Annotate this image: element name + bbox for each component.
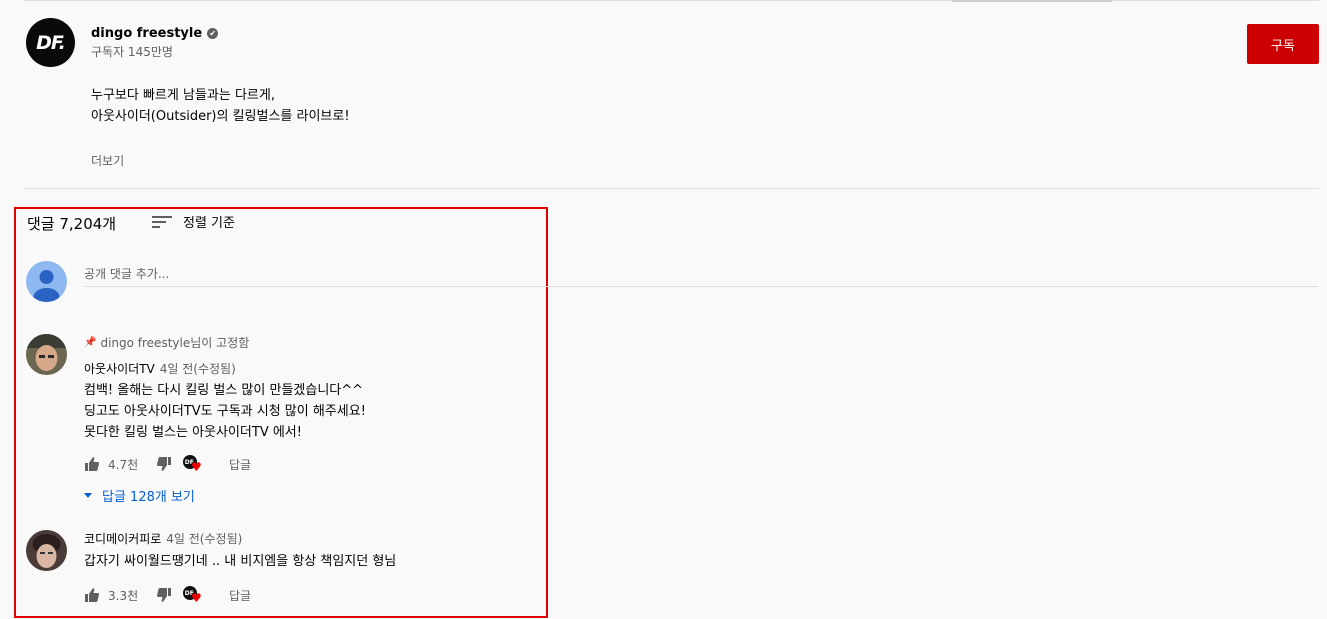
reply-button[interactable]: 답글: [229, 587, 251, 604]
comment-author[interactable]: 아웃사이더TV: [84, 360, 155, 377]
view-replies-button[interactable]: 답글 128개 보기: [84, 486, 195, 505]
thumbs-down-icon: [157, 588, 171, 602]
reply-button[interactable]: 답글: [229, 456, 251, 473]
scroll-indicator: [952, 0, 1112, 2]
comment-avatar[interactable]: [26, 334, 67, 375]
user-silhouette-icon: [33, 270, 60, 302]
pinned-label: 📌 dingo freestyle님이 고정함: [84, 334, 249, 351]
comment-header: 코디메이커피로 4일 전(수정됨): [84, 530, 242, 547]
channel-name-row: dingo freestyle ✔: [91, 26, 219, 41]
creator-heart-badge: DF. ♥: [183, 586, 203, 604]
add-comment-input[interactable]: [84, 262, 1318, 287]
top-divider: [24, 0, 1319, 1]
channel-logo-text: DF.: [36, 31, 66, 54]
like-button[interactable]: [84, 456, 100, 472]
comment-time[interactable]: 4일 전(수정됨): [160, 360, 236, 377]
comment-avatar[interactable]: [26, 530, 67, 571]
like-count: 3.3천: [108, 588, 139, 603]
like-count: 4.7천: [108, 457, 139, 472]
dislike-button[interactable]: [156, 456, 172, 472]
heart-icon: ♥: [191, 460, 202, 474]
face-photo-icon: [26, 334, 67, 375]
comment-actions: 4.7천 DF. ♥ 답글: [84, 455, 251, 473]
thumbs-up-icon: [85, 457, 99, 471]
caret-down-icon: [84, 492, 92, 498]
pinned-by-text: dingo freestyle님이 고정함: [100, 336, 250, 350]
subscribe-button[interactable]: 구독: [1247, 24, 1319, 64]
dislike-button[interactable]: [156, 587, 172, 603]
description-line-2: 아웃사이더(Outsider)의 킬링벌스를 라이브로!: [91, 109, 350, 124]
sort-button[interactable]: 정렬 기준: [183, 212, 235, 231]
verified-icon: ✔: [207, 28, 219, 39]
comment-header: 아웃사이더TV 4일 전(수정됨): [84, 360, 236, 377]
show-more-button[interactable]: 더보기: [91, 152, 124, 169]
comment-text-line-2: 딩고도 아웃사이더TV도 구독과 시청 많이 해주세요!: [84, 404, 366, 419]
comment-text-line-3: 못다한 킬링 벌스는 아웃사이더TV 에서!: [84, 425, 302, 440]
thumbs-up-icon: [85, 588, 99, 602]
comment-text-line-1: 컴백! 올해는 다시 킬링 벌스 많이 만들겠습니다^^: [84, 383, 364, 398]
sort-icon[interactable]: [152, 214, 174, 230]
creator-heart-badge: DF. ♥: [183, 455, 203, 473]
like-button[interactable]: [84, 587, 100, 603]
view-replies-label: 답글 128개 보기: [102, 490, 195, 505]
channel-avatar[interactable]: DF.: [26, 18, 75, 67]
heart-icon: ♥: [191, 591, 202, 605]
subscriber-count: 구독자 145만명: [91, 45, 173, 59]
comment-time[interactable]: 4일 전(수정됨): [166, 530, 242, 547]
comment-count: 댓글 7,204개: [27, 215, 117, 233]
face-photo-icon: [26, 530, 67, 571]
user-avatar: [26, 261, 67, 302]
comment-author[interactable]: 코디메이커피로: [84, 530, 161, 547]
channel-name[interactable]: dingo freestyle: [91, 26, 202, 41]
description-line-1: 누구보다 빠르게 남들과는 다르게,: [91, 88, 275, 103]
comment-actions: 3.3천 DF. ♥ 답글: [84, 586, 251, 604]
pin-icon: 📌: [84, 337, 97, 348]
section-divider: [24, 188, 1319, 189]
comment-text-line-1: 갑자기 싸이월드땡기네 .. 내 비지엠을 항상 책임지던 형님: [84, 554, 397, 569]
thumbs-down-icon: [157, 457, 171, 471]
